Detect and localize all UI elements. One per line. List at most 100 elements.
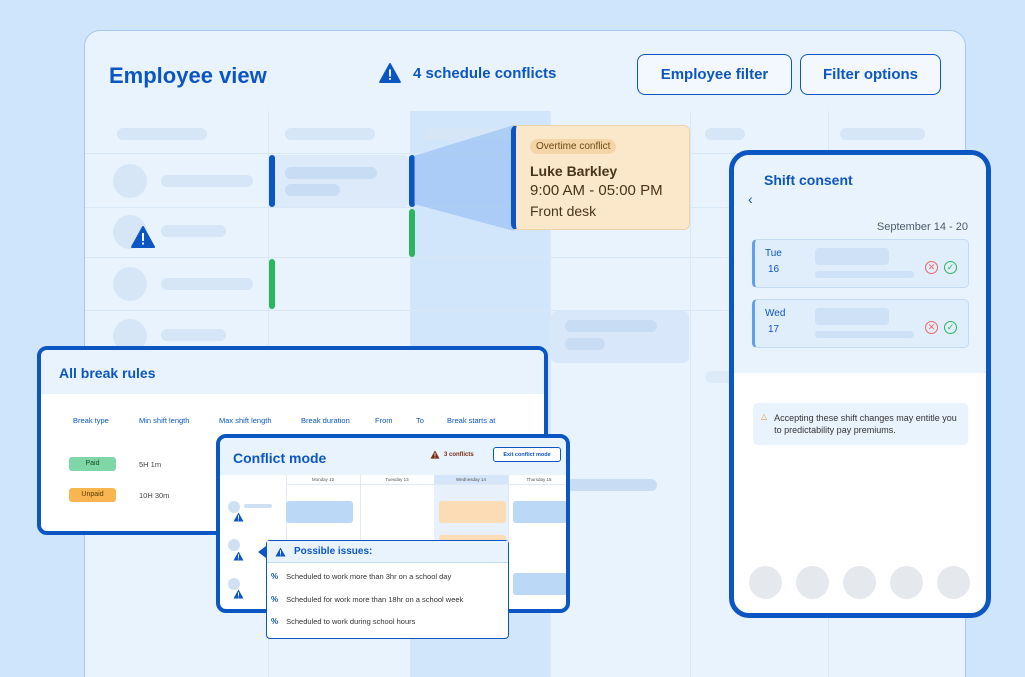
shift-bar-green[interactable]	[269, 259, 275, 309]
notice-text: Accepting these shift changes may entitl…	[774, 413, 957, 435]
overtime-conflict-card[interactable]: Overtime conflict Luke Barkley 9:00 AM -…	[511, 125, 690, 230]
shift-placeholder	[815, 331, 914, 338]
column-header: From	[375, 416, 393, 425]
header-placeholder	[705, 128, 745, 140]
name-placeholder	[161, 175, 253, 187]
warning-icon	[233, 509, 244, 527]
decline-icon[interactable]: ✕	[925, 261, 938, 274]
conflict-mode-title: Conflict mode	[233, 450, 327, 466]
shift-block[interactable]	[439, 501, 506, 523]
conflict-summary[interactable]: 4 schedule conflicts	[379, 63, 556, 83]
grid-column-divider	[690, 111, 691, 677]
shift-placeholder	[815, 271, 914, 278]
day-header: Thursday 15	[508, 475, 566, 485]
issue-text: Scheduled to work during school hours	[286, 617, 416, 626]
warning-icon	[275, 546, 286, 557]
accept-icon[interactable]: ✓	[944, 261, 957, 274]
shift-block[interactable]	[513, 501, 566, 523]
shift-bar-blue[interactable]	[409, 155, 415, 207]
nav-dot[interactable]	[749, 566, 782, 599]
shift-day-card[interactable]: Tue 16 ✕ ✓	[752, 239, 969, 288]
warning-icon	[379, 63, 401, 83]
column-header: Break type	[73, 416, 109, 425]
possible-issues-header: Possible issues:	[267, 541, 508, 563]
exit-conflict-mode-button[interactable]: Exit conflict mode	[493, 447, 561, 462]
column-header: Max shift length	[219, 416, 272, 425]
shift-day-card[interactable]: Wed 17 ✕ ✓	[752, 299, 969, 348]
employee-name: Luke Barkley	[530, 163, 618, 179]
issue-text: Scheduled to work more than 3hr on a sch…	[286, 572, 452, 581]
warning-icon	[233, 548, 244, 566]
column-header: To	[416, 416, 424, 425]
day-header: Wednesday 14	[434, 475, 508, 485]
break-rules-header: All break rules	[41, 350, 544, 394]
header-placeholder	[117, 128, 207, 140]
nav-dot[interactable]	[843, 566, 876, 599]
name-placeholder	[161, 329, 226, 341]
day-name: Tue	[765, 248, 782, 259]
day-number: 16	[768, 264, 780, 275]
header-placeholder	[285, 128, 375, 140]
decline-icon[interactable]: ✕	[925, 321, 938, 334]
break-rules-title: All break rules	[59, 365, 156, 381]
shift-cell[interactable]	[551, 311, 689, 363]
nav-dot[interactable]	[890, 566, 923, 599]
column-header: Break duration	[301, 416, 350, 425]
conflict-count-label: 3 conflicts	[444, 451, 474, 458]
filter-options-button[interactable]: Filter options	[800, 54, 941, 95]
shift-block[interactable]	[286, 501, 353, 523]
warning-icon	[430, 450, 440, 459]
warning-icon	[131, 226, 155, 253]
min-shift-value: 5H 1m	[139, 460, 162, 469]
issue-text: Scheduled for work more than 18hr on a s…	[286, 595, 464, 604]
shift-placeholder	[285, 167, 377, 179]
shift-consent-phone: Shift consent ‹ September 14 - 20 Tue 16…	[729, 150, 991, 618]
shift-cell[interactable]	[269, 155, 409, 207]
popover-arrow	[258, 546, 266, 558]
percent-icon: %	[271, 572, 279, 581]
possible-issues-popover: Possible issues: % Scheduled to work mor…	[266, 540, 509, 639]
phone-content: September 14 - 20 Tue 16 ✕ ✓ Wed 17 ✕ ✓	[734, 213, 986, 373]
header-placeholder	[840, 128, 925, 140]
shift-consent-title: Shift consent	[764, 172, 853, 188]
nav-dot[interactable]	[937, 566, 970, 599]
nav-dot[interactable]	[796, 566, 829, 599]
possible-issues-title: Possible issues:	[294, 546, 373, 557]
shift-placeholder	[285, 184, 340, 196]
conflict-count: 3 conflicts	[430, 450, 474, 459]
shift-block[interactable]	[513, 573, 566, 595]
warning-icon	[233, 586, 244, 604]
shift-placeholder	[815, 308, 889, 325]
name-placeholder	[244, 504, 272, 508]
shift-time: 9:00 AM - 05:00 PM	[530, 182, 663, 199]
column-header: Break starts at	[447, 416, 496, 425]
page-title: Employee view	[109, 63, 267, 88]
day-number: 17	[768, 324, 780, 335]
avatar	[113, 267, 147, 301]
employee-filter-button[interactable]: Employee filter	[637, 54, 792, 95]
shift-placeholder	[565, 479, 657, 491]
percent-icon: %	[271, 617, 279, 626]
day-header: Monday 12	[286, 475, 360, 485]
shift-placeholder	[815, 248, 889, 265]
avatar	[113, 164, 147, 198]
name-placeholder	[161, 225, 226, 237]
pay-notice: △ Accepting these shift changes may enti…	[753, 403, 968, 445]
phone-header: Shift consent ‹	[734, 155, 986, 213]
issue-item: % Scheduled for work more than 18hr on a…	[267, 595, 463, 604]
min-shift-value: 10H 30m	[139, 491, 170, 500]
break-type-badge: Paid	[69, 457, 116, 471]
issue-item: % Scheduled to work during school hours	[267, 617, 415, 626]
accept-icon[interactable]: ✓	[944, 321, 957, 334]
back-icon[interactable]: ‹	[748, 191, 753, 207]
shift-placeholder	[565, 320, 657, 332]
percent-icon: %	[271, 595, 279, 604]
shift-location: Front desk	[530, 203, 597, 219]
warning-icon: △	[761, 412, 768, 421]
column-header: Min shift length	[139, 416, 190, 425]
break-type-badge: Unpaid	[69, 488, 116, 502]
shift-bar-blue[interactable]	[269, 155, 275, 207]
conflict-mode-header: Conflict mode 3 conflicts Exit conflict …	[220, 438, 566, 475]
shift-bar-green[interactable]	[409, 209, 415, 257]
shift-placeholder	[565, 338, 605, 350]
